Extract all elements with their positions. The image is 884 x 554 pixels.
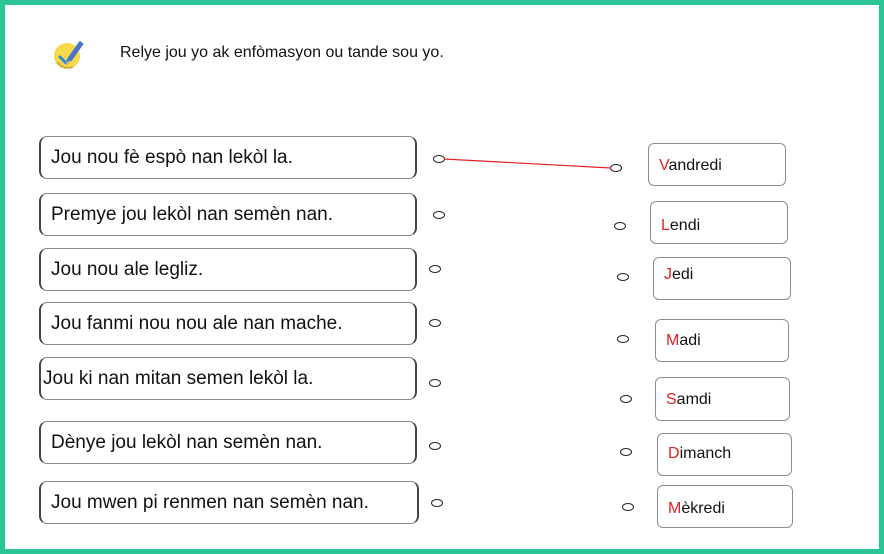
match-line (443, 158, 612, 169)
match-lines (443, 158, 612, 169)
